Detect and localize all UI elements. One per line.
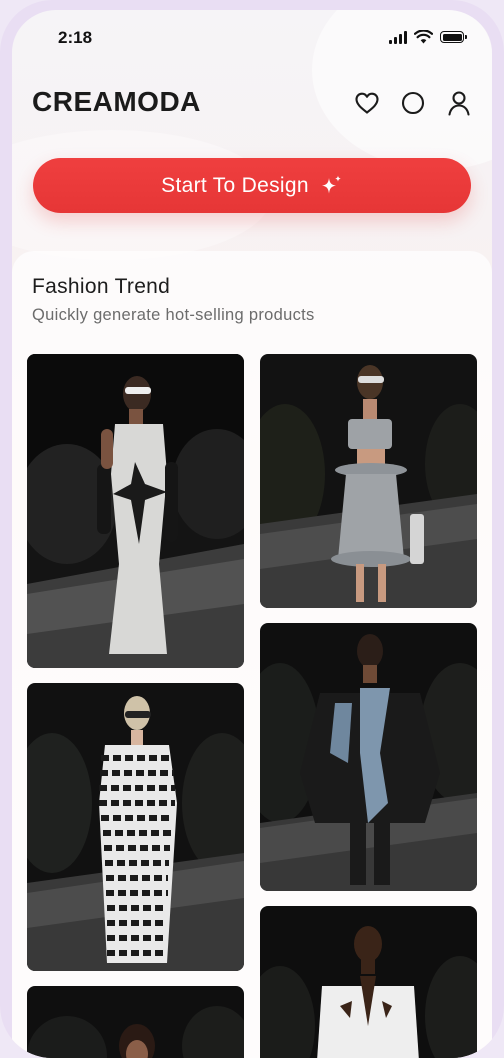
runway-look-white-blazer[interactable]: [260, 906, 477, 1058]
app-logo: CREAMODA: [32, 86, 201, 117]
runway-look-black-denim-jacket[interactable]: [260, 623, 477, 891]
runway-look-zigzag-dress[interactable]: [27, 683, 244, 971]
app-header: CREAMODA: [32, 80, 472, 124]
phone-frame: 2:18 CREAMODA Start To Design Fashion Tr…: [0, 0, 504, 1058]
start-design-label: Start To Design: [161, 173, 309, 197]
fashion-trend-section: Fashion Trend Quickly generate hot-selli…: [12, 251, 492, 1058]
status-bar: 2:18: [12, 10, 492, 66]
runway-look-white-gown[interactable]: [27, 354, 244, 668]
heart-icon[interactable]: [354, 90, 380, 116]
battery-icon: [440, 31, 467, 43]
status-time: 2:18: [58, 28, 93, 47]
wifi-icon: [414, 30, 433, 44]
circle-icon[interactable]: [400, 90, 426, 116]
app-screen: 2:18 CREAMODA Start To Design Fashion Tr…: [12, 10, 492, 1058]
section-title: Fashion Trend: [32, 275, 171, 298]
start-design-button[interactable]: Start To Design: [33, 158, 471, 213]
sparkle-icon: [321, 175, 341, 193]
user-icon[interactable]: [446, 90, 472, 116]
section-subtitle: Quickly generate hot-selling products: [32, 306, 315, 324]
runway-look-partial[interactable]: [27, 986, 244, 1058]
signal-icon: [389, 30, 407, 44]
runway-look-grey-knit-set[interactable]: [260, 354, 477, 608]
